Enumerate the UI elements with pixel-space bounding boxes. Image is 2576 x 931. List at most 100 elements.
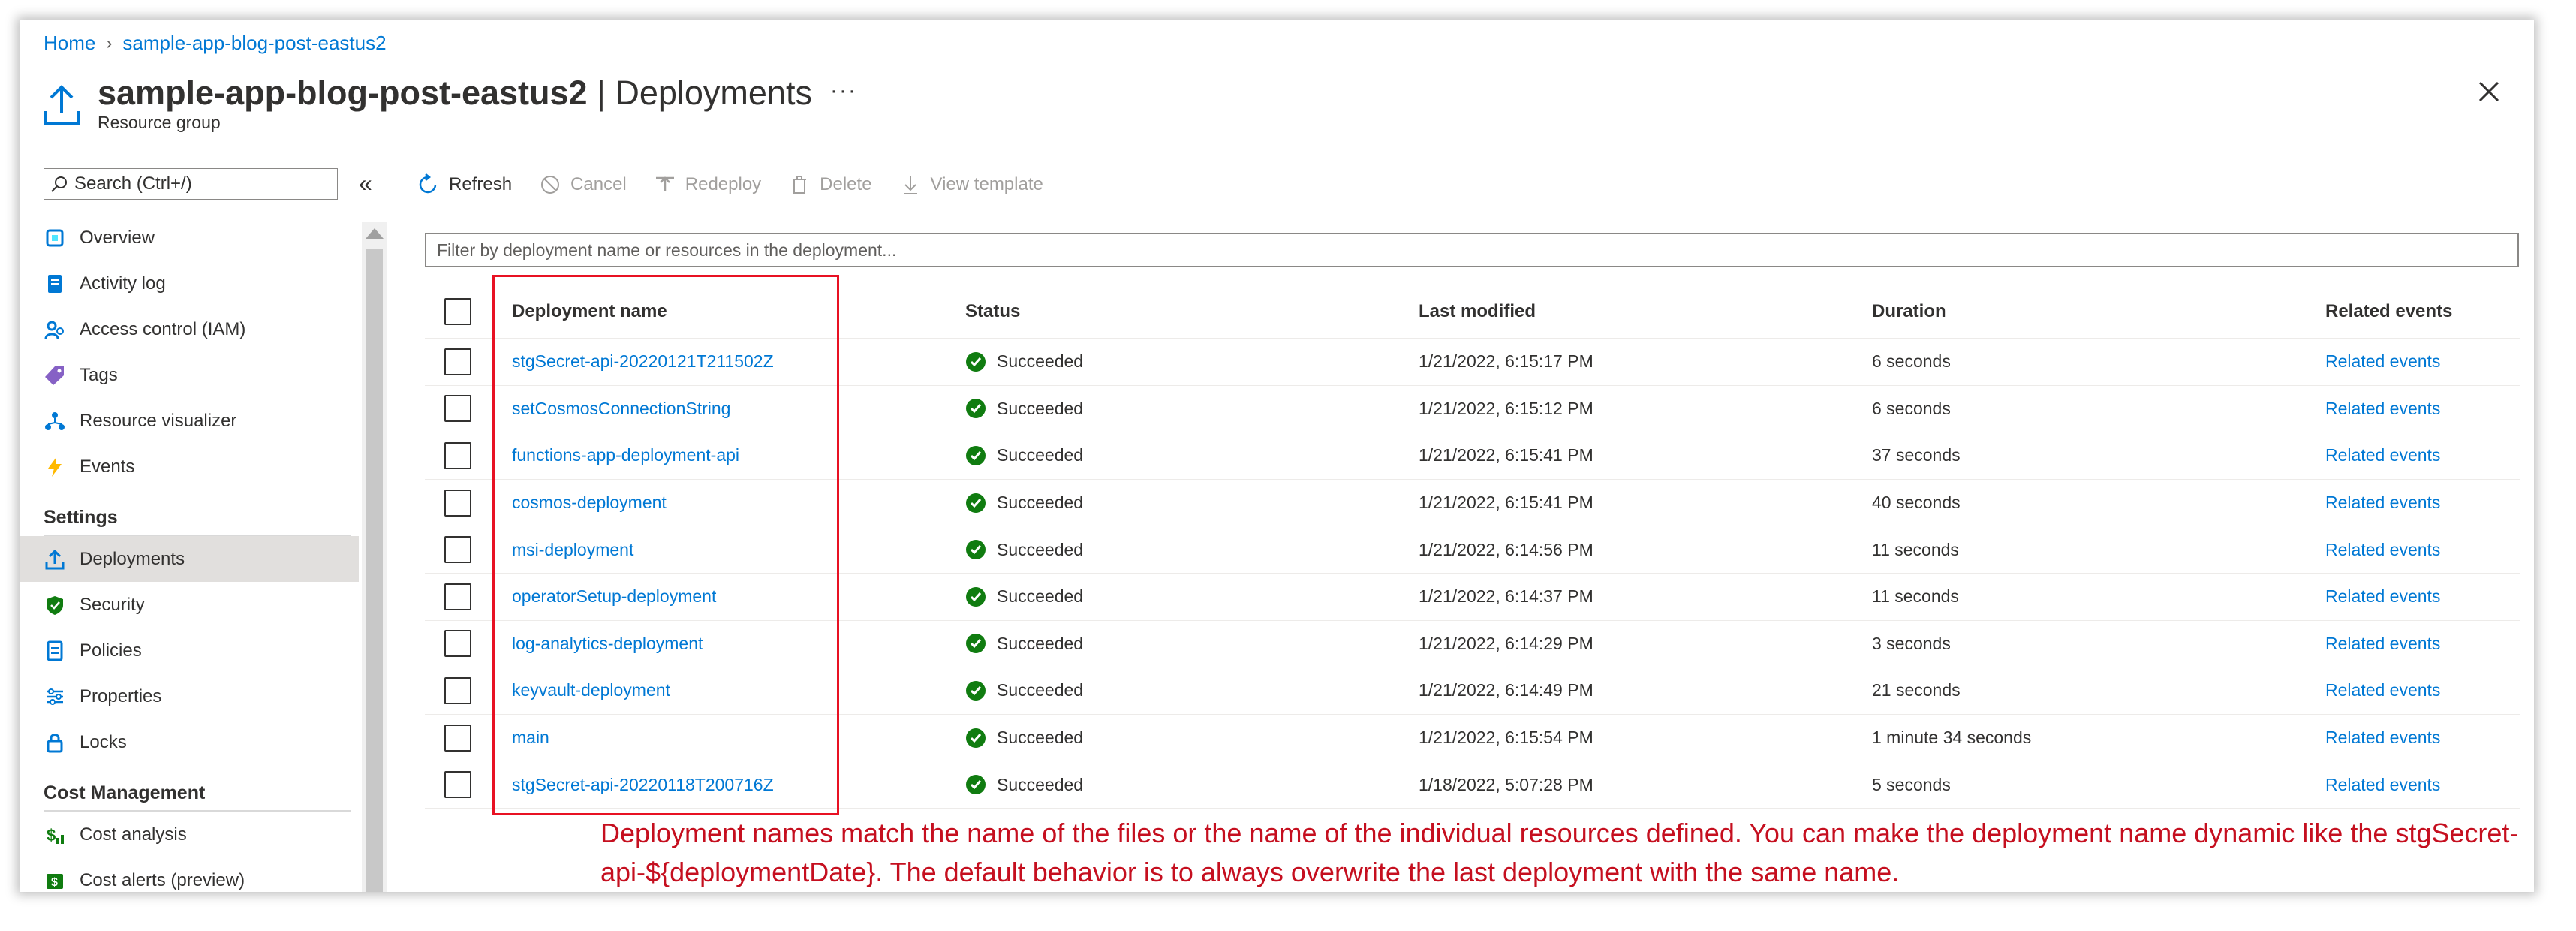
table-row[interactable]: log-analytics-deployment Succeeded 1/21/20…: [425, 621, 2520, 668]
deployment-name-link[interactable]: cosmos-deployment: [512, 480, 667, 526]
row-checkbox[interactable]: [444, 489, 471, 517]
sidebar-item-properties[interactable]: Properties: [20, 673, 359, 719]
table-row[interactable]: stgSecret-api-20220118T200716Z Succeeded 1…: [425, 761, 2520, 809]
scrollbar-thumb[interactable]: [366, 249, 383, 892]
row-checkbox[interactable]: [444, 441, 471, 469]
deployment-name-link[interactable]: keyvault-deployment: [512, 667, 670, 714]
table-row[interactable]: msi-deployment Succeeded 1/21/2022, 6:14:5…: [425, 526, 2520, 574]
view-template-button[interactable]: View template: [899, 173, 1043, 196]
sidebar-item-label: Deployments: [80, 548, 185, 569]
sidebar-item-label: Events: [80, 456, 135, 477]
related-events-link[interactable]: Related events: [2325, 715, 2440, 761]
sidebar-item-policies[interactable]: Policies: [20, 628, 359, 673]
sidebar-item-activity-log[interactable]: Activity log: [20, 261, 359, 306]
last-modified-cell: 1/21/2022, 6:14:56 PM: [1419, 539, 1593, 559]
sidebar-search-input[interactable]: Search (Ctrl+/): [44, 168, 338, 200]
related-events-link[interactable]: Related events: [2325, 386, 2440, 432]
success-check-icon: [966, 399, 986, 419]
refresh-button[interactable]: Refresh: [417, 173, 512, 196]
deployment-name-link[interactable]: functions-app-deployment-api: [512, 432, 739, 479]
status-text: Succeeded: [997, 728, 1084, 748]
last-modified-cell: 1/21/2022, 6:14:49 PM: [1419, 680, 1593, 701]
deployment-name-link[interactable]: msi-deployment: [512, 526, 633, 573]
overview-icon: [44, 227, 66, 249]
close-icon[interactable]: [2474, 77, 2504, 107]
success-check-icon: [966, 775, 986, 795]
scroll-up-arrow-icon[interactable]: [366, 228, 384, 239]
sidebar-item-locks[interactable]: Locks: [20, 719, 359, 765]
sidebar-item-access-control[interactable]: Access control (IAM): [20, 306, 359, 352]
table-row[interactable]: main Succeeded 1/21/2022, 6:15:54 PM 1 minu…: [425, 715, 2520, 762]
status-cell: Succeeded: [965, 761, 1083, 808]
row-checkbox[interactable]: [444, 724, 471, 752]
sidebar-item-events[interactable]: Events: [20, 444, 359, 490]
deployment-name-link[interactable]: main: [512, 715, 549, 761]
related-events-link[interactable]: Related events: [2325, 667, 2440, 714]
sidebar-item-label: Properties: [80, 685, 162, 707]
sidebar-item-deployments[interactable]: Deployments: [20, 536, 359, 582]
sidebar-item-label: Overview: [80, 227, 155, 248]
cancel-button[interactable]: Cancel: [539, 173, 627, 196]
column-header-deployment-name[interactable]: Deployment name: [512, 285, 667, 338]
row-checkbox[interactable]: [444, 676, 471, 704]
duration-cell: 6 seconds: [1872, 351, 1951, 372]
related-events-link[interactable]: Related events: [2325, 574, 2440, 620]
table-row[interactable]: functions-app-deployment-api Succeeded 1/2…: [425, 432, 2520, 480]
delete-label: Delete: [820, 174, 872, 194]
row-checkbox[interactable]: [444, 583, 471, 610]
collapse-sidebar-icon[interactable]: «: [359, 170, 372, 197]
related-events-link[interactable]: Related events: [2325, 339, 2440, 385]
related-events-link[interactable]: Related events: [2325, 526, 2440, 573]
cost-analysis-icon: $: [44, 824, 66, 846]
status-cell: Succeeded: [965, 715, 1083, 761]
sidebar-item-label: Access control (IAM): [80, 318, 246, 339]
row-checkbox[interactable]: [444, 536, 471, 564]
duration-cell: 5 seconds: [1872, 774, 1951, 794]
duration-cell: 6 seconds: [1872, 398, 1951, 418]
related-events-link[interactable]: Related events: [2325, 480, 2440, 526]
deployment-name-link[interactable]: stgSecret-api-20220121T211502Z: [512, 339, 774, 385]
table-row[interactable]: setCosmosConnectionString Succeeded 1/21/2…: [425, 386, 2520, 433]
deployment-name-link[interactable]: operatorSetup-deployment: [512, 574, 716, 620]
deployment-filter-input[interactable]: Filter by deployment name or resources i…: [425, 233, 2519, 267]
related-events-link[interactable]: Related events: [2325, 432, 2440, 479]
status-cell: Succeeded: [965, 339, 1083, 385]
column-header-last-modified[interactable]: Last modified: [1419, 285, 1536, 338]
table-row[interactable]: keyvault-deployment Succeeded 1/21/2022, 6…: [425, 667, 2520, 715]
column-header-related-events[interactable]: Related events: [2325, 285, 2452, 338]
last-modified-cell: 1/21/2022, 6:15:12 PM: [1419, 398, 1593, 418]
deployment-name-link[interactable]: setCosmosConnectionString: [512, 386, 730, 432]
activity-log-icon: [44, 273, 66, 295]
sidebar-item-overview[interactable]: Overview: [20, 215, 359, 261]
sidebar-item-label: Policies: [80, 640, 142, 661]
table-row[interactable]: operatorSetup-deployment Succeeded 1/21/20…: [425, 574, 2520, 621]
column-header-status[interactable]: Status: [965, 285, 1020, 338]
row-checkbox[interactable]: [444, 630, 471, 658]
row-checkbox[interactable]: [444, 395, 471, 423]
row-checkbox[interactable]: [444, 348, 471, 375]
delete-button[interactable]: Delete: [788, 173, 872, 196]
sidebar-item-tags[interactable]: Tags: [20, 352, 359, 398]
column-header-duration[interactable]: Duration: [1872, 285, 1946, 338]
related-events-link[interactable]: Related events: [2325, 761, 2440, 808]
sidebar-scrollbar[interactable]: [362, 222, 387, 892]
sidebar-item-cost-alerts[interactable]: $ Cost alerts (preview): [20, 857, 359, 892]
sidebar-item-security[interactable]: Security: [20, 582, 359, 628]
breadcrumb-resource-link[interactable]: sample-app-blog-post-eastus2: [122, 32, 386, 55]
redeploy-button[interactable]: Redeploy: [654, 173, 761, 196]
sidebar-item-cost-analysis[interactable]: $ Cost analysis: [20, 812, 359, 857]
breadcrumb-home-link[interactable]: Home: [44, 32, 95, 55]
status-cell: Succeeded: [965, 526, 1083, 573]
duration-cell: 11 seconds: [1872, 539, 1959, 559]
page-title-blade: Deployments: [615, 74, 812, 112]
table-row[interactable]: cosmos-deployment Succeeded 1/21/2022, 6:1…: [425, 480, 2520, 527]
row-checkbox[interactable]: [444, 771, 471, 799]
more-options-icon[interactable]: ···: [830, 78, 857, 104]
select-all-checkbox[interactable]: [444, 298, 471, 325]
sidebar-item-resource-visualizer[interactable]: Resource visualizer: [20, 398, 359, 444]
deployments-icon: [44, 548, 66, 571]
deployment-name-link[interactable]: log-analytics-deployment: [512, 621, 703, 667]
related-events-link[interactable]: Related events: [2325, 621, 2440, 667]
deployment-name-link[interactable]: stgSecret-api-20220118T200716Z: [512, 761, 774, 808]
table-row[interactable]: stgSecret-api-20220121T211502Z Succeeded 1…: [425, 339, 2520, 386]
